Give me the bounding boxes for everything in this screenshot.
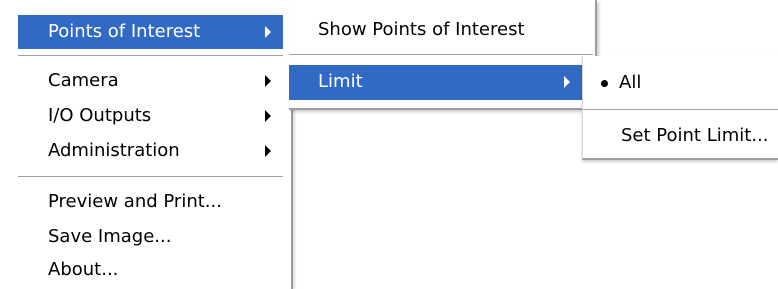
submenu-arrow-icon xyxy=(265,75,271,87)
menu-item-label: Administration xyxy=(48,140,180,161)
menu-item-io-outputs[interactable]: I/O Outputs xyxy=(18,99,283,133)
menu-item-all[interactable]: All xyxy=(583,66,778,100)
menu-item-label: Camera xyxy=(48,70,119,91)
menu-item-preview-and-print[interactable]: Preview and Print... xyxy=(18,185,283,219)
submenu-arrow-icon xyxy=(265,145,271,157)
menu-item-limit[interactable]: Limit xyxy=(289,65,582,100)
menu-item-label: Points of Interest xyxy=(48,21,201,42)
menu-item-about[interactable]: About... xyxy=(18,253,283,287)
menu-item-camera[interactable]: Camera xyxy=(18,64,283,98)
menu-separator xyxy=(18,55,283,57)
menu-item-label: About... xyxy=(48,259,119,280)
menu-item-label: Limit xyxy=(318,71,363,92)
menu-item-label: Set Point Limit... xyxy=(621,125,769,146)
menu-item-administration[interactable]: Administration xyxy=(18,134,283,168)
menu-separator xyxy=(289,54,593,56)
submenu-limit: All Set Point Limit... xyxy=(582,56,778,160)
menu-item-label: Show Points of Interest xyxy=(318,19,525,40)
submenu-arrow-icon xyxy=(265,26,271,38)
menu-item-points-of-interest[interactable]: Points of Interest xyxy=(18,15,283,49)
submenu-points-of-interest: Show Points of Interest Limit xyxy=(289,0,597,110)
radio-bullet-icon xyxy=(601,80,608,87)
context-menu-main: Points of Interest Camera I/O Outputs Ad… xyxy=(0,0,293,289)
menu-separator xyxy=(583,109,778,111)
menu-item-set-point-limit[interactable]: Set Point Limit... xyxy=(583,119,778,153)
menu-item-label: Save Image... xyxy=(48,226,172,247)
submenu-arrow-icon xyxy=(265,110,271,122)
menu-item-show-points-of-interest[interactable]: Show Points of Interest xyxy=(289,13,593,47)
menu-item-label: I/O Outputs xyxy=(48,105,152,126)
menu-item-save-image[interactable]: Save Image... xyxy=(18,220,283,254)
menu-item-label: Preview and Print... xyxy=(48,191,222,212)
menu-separator xyxy=(18,176,283,178)
menu-item-label: All xyxy=(619,72,642,93)
submenu-arrow-icon xyxy=(564,76,570,88)
